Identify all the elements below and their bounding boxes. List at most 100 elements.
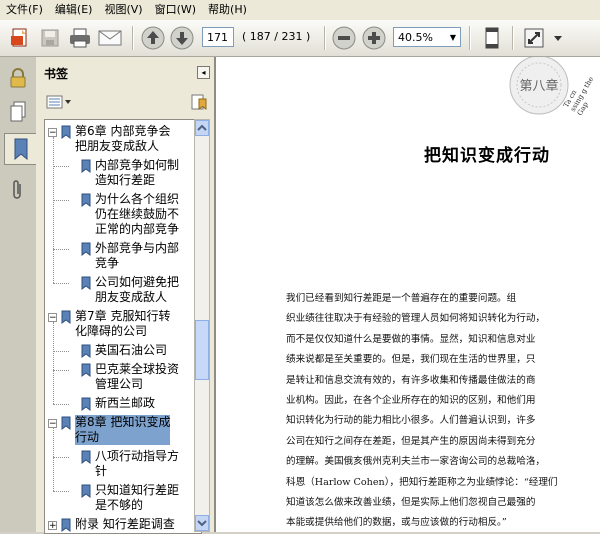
new-bookmark-icon[interactable] (190, 93, 208, 111)
bookmark-icon (61, 518, 71, 532)
bookmark-label: 第8章 把知识变成 行动 (75, 415, 171, 445)
bookmark-label: 第6章 内部竞争会 把朋友变成敌人 (75, 124, 170, 154)
toolbar: 171 ( 187 / 231 ) 40.5% ▼ (0, 20, 600, 57)
print-icon[interactable] (66, 24, 94, 52)
bookmark-options-button[interactable] (46, 94, 72, 110)
bookmark-label-line: 造知行差距 (95, 173, 156, 187)
bookmark-icon[interactable] (4, 133, 37, 165)
fit-width-icon[interactable] (520, 24, 548, 52)
bookmark-label-line: 把朋友变成敌人 (75, 139, 160, 153)
bookmark-icon (81, 363, 91, 377)
menu-edit[interactable]: 编辑(E) (49, 0, 99, 20)
bookmark-label-line: 正常的内部竞争 (95, 222, 180, 236)
bookmark-chapter[interactable]: + 附录 知行差距调查 (45, 517, 201, 532)
bookmark-item[interactable]: 公司如何避免把 朋友变成敌人 (45, 275, 201, 305)
bookmark-label-line: 竞争 (95, 256, 120, 270)
save-icon[interactable] (36, 24, 64, 52)
zoom-in-icon[interactable] (360, 24, 388, 52)
bookmark-chapter[interactable]: − 第8章 把知识变成 行动 (45, 415, 201, 445)
bookmark-label-line: 内部竞争如何制 (95, 158, 180, 172)
paragraph-line: 织业绩往往取决于有经验的管理人员如何将知识转化为行动， (286, 313, 546, 325)
bookmark-label-line: 第6章 内部竞争会 (75, 124, 171, 138)
zoom-out-icon[interactable] (330, 24, 358, 52)
bookmark-label: 新西兰邮政 (95, 396, 155, 411)
bookmark-label: 附录 知行差距调查 (75, 517, 175, 532)
menu-window[interactable]: 窗口(W) (149, 0, 202, 20)
bookmark-icon (61, 310, 71, 324)
bookmark-label: 只知道知行差距 是不够的 (95, 483, 179, 513)
paragraph-line: 业机构。因此，在各个企业所存在的知识的区别，和他们用 (286, 394, 536, 406)
bookmark-label-line: 仍在继续鼓励不 (95, 207, 180, 221)
expand-toggle[interactable]: + (48, 521, 57, 531)
paragraph-line: 我们已经看到知行差距是一个普遍存在的重要问题。组 (286, 293, 517, 304)
pages-icon[interactable] (4, 97, 32, 127)
bookmark-label-line: 巴克莱全球投资 (95, 362, 180, 376)
panel-tools (36, 91, 214, 115)
seal-text: 第八章 (519, 78, 558, 94)
scroll-up-button[interactable] (195, 120, 209, 136)
bookmark-item[interactable]: 外部竞争与内部 竞争 (45, 241, 201, 271)
bookmark-item[interactable]: 只知道知行差距 是不够的 (45, 483, 201, 513)
zoom-value: 40.5% (398, 31, 433, 44)
bookmark-label-line: 八项行动指导方 (95, 449, 180, 463)
expand-toggle[interactable]: − (48, 128, 57, 138)
email-icon[interactable] (96, 24, 124, 52)
page-number-input[interactable]: 171 (202, 27, 234, 47)
bookmark-chapter[interactable]: − 第7章 克服知行转 化障碍的公司 (45, 309, 201, 339)
scroll-down-button[interactable] (195, 515, 209, 531)
bookmark-label-line: 行动 (75, 430, 100, 444)
bookmark-icon (81, 344, 91, 358)
bookmark-icon (61, 416, 71, 430)
bookmark-label-line: 只知道知行差距 (95, 483, 180, 497)
chapter-seal: 第八章 (509, 57, 569, 122)
bookmark-item[interactable]: 英国石油公司 (45, 343, 201, 358)
zoom-input[interactable]: 40.5% ▼ (393, 27, 461, 47)
expand-toggle[interactable]: − (48, 313, 57, 323)
bookmark-item[interactable]: 新西兰邮政 (45, 396, 201, 411)
chevron-down-icon[interactable]: ▼ (450, 28, 456, 48)
bookmark-item[interactable]: 内部竞争如何制 造知行差距 (45, 158, 201, 188)
prev-page-icon[interactable] (139, 24, 167, 52)
bookmark-label: 为什么各个组织 仍在继续鼓励不 正常的内部竞争 (95, 192, 179, 237)
lock-icon[interactable] (4, 63, 32, 93)
scrollbar-thumb[interactable] (195, 320, 209, 380)
menu-bar: 文件(F) 编辑(E) 视图(V) 窗口(W) 帮助(H) (0, 0, 600, 21)
fit-page-icon[interactable] (478, 24, 506, 52)
bookmark-chapter[interactable]: − 第6章 内部竞争会 把朋友变成敌人 (45, 124, 201, 154)
panel-header: 书签 ◂ (36, 57, 214, 87)
bookmark-icon (81, 276, 91, 290)
scrollbar[interactable] (194, 119, 210, 532)
bookmark-icon (81, 484, 91, 498)
bookmark-label-line: 化障碍的公司 (75, 324, 148, 338)
paragraph-line: 绩来说都是至关重要的。但是，我们现在生活的世界里，只 (286, 354, 536, 366)
bookmark-label: 内部竞争如何制 造知行差距 (95, 158, 179, 188)
bookmark-label: 巴克莱全球投资 管理公司 (95, 362, 179, 392)
bookmark-label: 英国石油公司 (95, 343, 167, 358)
collapse-panel-button[interactable]: ◂ (197, 66, 210, 79)
paragraph-line: 知识转化为行动的能力相比小很多。人们普遍认识到，许多 (286, 415, 536, 427)
bookmark-label-line: 英国石油公司 (95, 343, 168, 357)
bookmark-item[interactable]: 巴克莱全球投资 管理公司 (45, 362, 201, 392)
bookmark-label: 八项行动指导方针 (95, 449, 179, 479)
bookmark-item[interactable]: 为什么各个组织 仍在继续鼓励不 正常的内部竞争 (45, 192, 201, 237)
bookmark-label-line: 管理公司 (95, 377, 144, 391)
paragraph-line: 科恩（Harlow Cohen），把知行差距称之为业绩悖论：“经理们 (286, 476, 558, 488)
paragraph-line: 的理解。美国俄亥俄州克利夫兰市一家咨询公司的总裁哈洛， (286, 456, 546, 468)
bookmark-item[interactable]: 八项行动指导方针 (45, 449, 201, 479)
bookmarks-panel: 书签 ◂ − 第6章 内部竞争会 把朋友变成敌人内部竞争如何制 造知行差距为什么各个组… (36, 57, 215, 534)
body-paragraph: 我们已经看到知行差距是一个普遍存在的重要问题。组织业绩往往取决于有经验的管理人员… (286, 289, 582, 532)
menu-view[interactable]: 视图(V) (98, 0, 148, 20)
menu-help[interactable]: 帮助(H) (202, 0, 253, 20)
panel-title: 书签 (44, 67, 69, 81)
page-count: ( 187 / 231 ) (242, 30, 311, 43)
next-page-icon[interactable] (168, 24, 196, 52)
bookmark-label-line: 新西兰邮政 (95, 396, 156, 410)
document-page: 第八章 Ta cn ssing g the Gap 把知识变成行动 我们已经看到… (215, 57, 600, 532)
bookmark-icon (81, 397, 91, 411)
menu-file[interactable]: 文件(F) (0, 0, 49, 20)
paperclip-icon[interactable] (4, 175, 32, 205)
options-icon[interactable] (550, 24, 566, 52)
create-pdf-icon[interactable] (6, 24, 34, 52)
expand-toggle[interactable]: − (48, 419, 57, 429)
paragraph-line: 知道该怎么做来改善业绩，但是实际上他们忽视自己最强的 (286, 496, 536, 508)
